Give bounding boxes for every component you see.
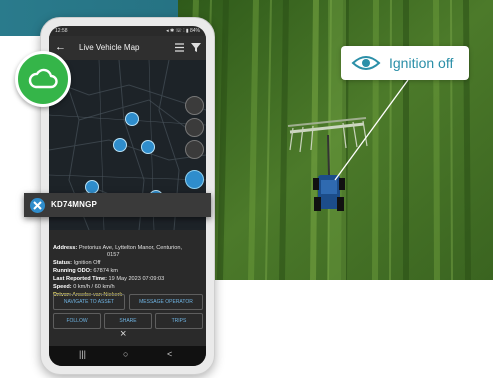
filter-icon[interactable]: [191, 42, 201, 53]
message-operator-button[interactable]: MESSAGE OPERATOR: [129, 294, 203, 310]
app-bar: ← Live Vehicle Map: [49, 36, 206, 60]
status-time: 12:58: [55, 28, 68, 34]
recent-apps-icon[interactable]: |||: [79, 349, 86, 359]
navigate-to-asset-button[interactable]: NAVIGATE TO ASSET: [53, 294, 125, 310]
cloud-sync-badge: [15, 51, 71, 107]
detail-last-reported: Last Reported Time: 19 May 2023 07:09:03: [53, 276, 165, 282]
ignition-off-label: Ignition off: [389, 55, 454, 71]
detail-address-cont: 0157: [107, 252, 120, 258]
vehicle-id-bar[interactable]: KD74MNGP: [24, 193, 211, 217]
map-pin[interactable]: [85, 180, 99, 194]
android-nav-bar: ||| ○ <: [49, 346, 206, 366]
follow-button[interactable]: FOLLOW: [53, 313, 101, 329]
cloud-sync-icon: [28, 68, 58, 89]
page-title: Live Vehicle Map: [79, 43, 140, 52]
map-pin[interactable]: [125, 112, 139, 126]
back-arrow-icon[interactable]: ←: [55, 41, 66, 53]
satellite-icon[interactable]: [185, 118, 204, 137]
zoom-icon[interactable]: [185, 140, 204, 159]
vehicle-id: KD74MNGP: [51, 200, 98, 209]
map-pin[interactable]: [113, 138, 127, 152]
eye-icon: [351, 56, 381, 70]
status-icons: ◂ ✱ ☏ ⫶ ▮ 84%: [166, 28, 200, 34]
vehicle-details: Address: Pretorius Ave, Lyttelton Manor,…: [53, 238, 203, 299]
detail-status: Status: Ignition Off: [53, 260, 101, 266]
detail-speed: Speed: 0 km/h / 60 km/h: [53, 284, 115, 290]
close-icon[interactable]: ×: [120, 328, 126, 340]
layers-icon[interactable]: [185, 96, 204, 115]
map-pin[interactable]: [141, 140, 155, 154]
share-button[interactable]: SHARE: [104, 313, 152, 329]
close-x-icon: [30, 198, 45, 213]
back-nav-icon[interactable]: <: [167, 349, 172, 359]
detail-address: Address: Pretorius Ave, Lyttelton Manor,…: [53, 245, 183, 251]
home-icon[interactable]: ○: [123, 349, 128, 359]
trips-button[interactable]: TRIPS: [155, 313, 203, 329]
ignition-off-callout: Ignition off: [341, 46, 469, 80]
list-icon[interactable]: [174, 42, 185, 53]
detail-odo: Running ODO: 67874 km: [53, 268, 118, 274]
menu-icon[interactable]: [185, 170, 204, 189]
status-bar: 12:58 ◂ ✱ ☏ ⫶ ▮ 84%: [49, 26, 206, 36]
